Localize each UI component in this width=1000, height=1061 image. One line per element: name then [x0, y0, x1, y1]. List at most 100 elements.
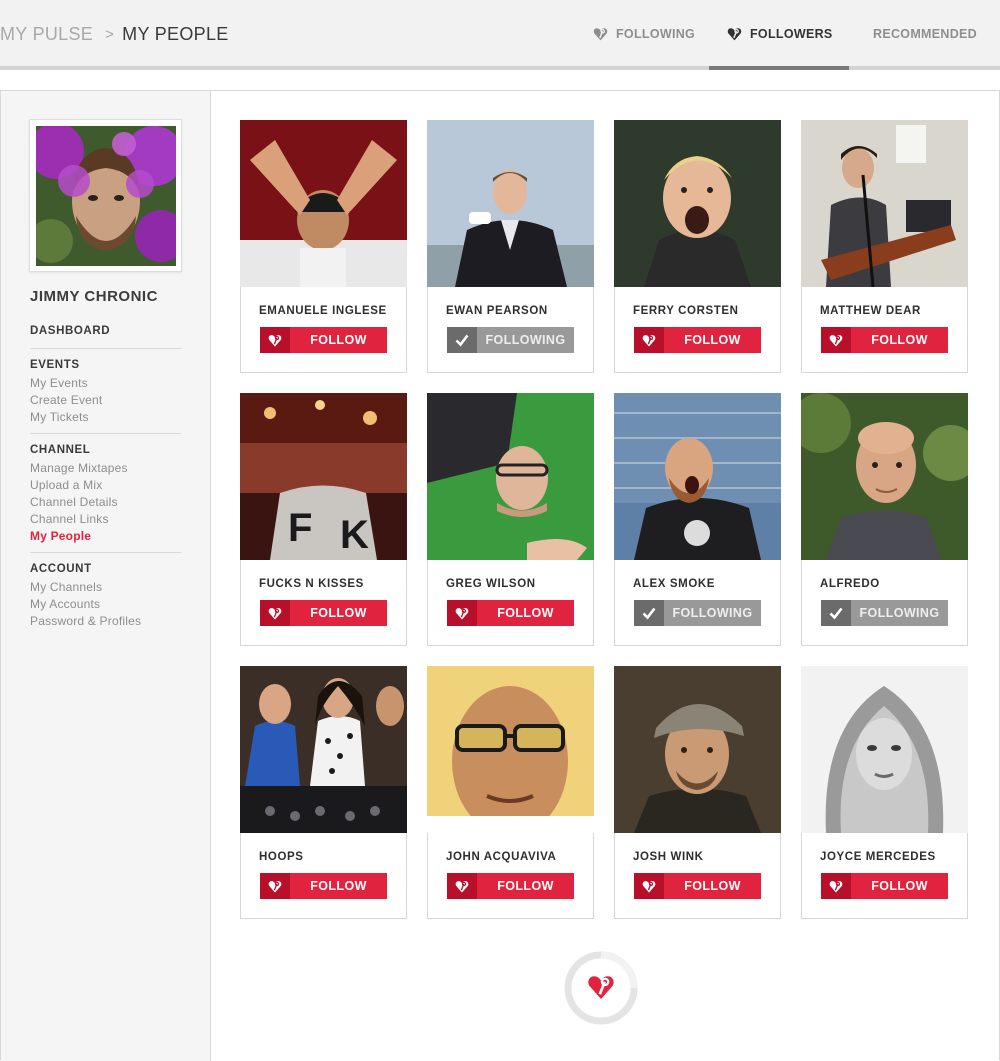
- person-photo[interactable]: [614, 393, 781, 560]
- photo-greg-wilson: [427, 393, 594, 560]
- person-card: JOSH WINK FOLLOW: [614, 666, 781, 919]
- follow-button-label: FOLLOW: [664, 873, 761, 899]
- person-photo[interactable]: F K: [240, 393, 407, 560]
- profile-photo: [36, 126, 176, 266]
- person-card: FERRY CORSTEN FOLLOW: [614, 120, 781, 373]
- heart-pin-icon: [634, 327, 664, 353]
- sidebar-item-channel-details[interactable]: Channel Details: [30, 495, 118, 509]
- top-navigation-bar: MY PULSE > MY PEOPLE FOLLOWING FOLLOWERS…: [0, 0, 1000, 70]
- follow-button[interactable]: FOLLOW: [821, 873, 948, 899]
- sidebar-item-create-event[interactable]: Create Event: [30, 393, 102, 407]
- sidebar-item-manage-mixtapes[interactable]: Manage Mixtapes: [30, 461, 128, 475]
- sidebar-item-my-tickets[interactable]: My Tickets: [30, 410, 89, 424]
- person-card: EMANUELE INGLESE FOLLOW: [240, 120, 407, 373]
- spinner-ring: [564, 951, 638, 1025]
- sidebar-heading-events[interactable]: EVENTS: [30, 359, 80, 371]
- person-photo[interactable]: [614, 666, 781, 833]
- heart-pin-icon: [821, 327, 851, 353]
- avatar[interactable]: [29, 119, 182, 272]
- person-name: ALEX SMOKE: [633, 578, 716, 590]
- sidebar-heading-account[interactable]: ACCOUNT: [30, 563, 92, 575]
- following-button[interactable]: FOLLOWING: [447, 327, 574, 353]
- follow-button-label: FOLLOW: [851, 873, 948, 899]
- heart-pin-icon: [447, 600, 477, 626]
- person-name: FERRY CORSTEN: [633, 305, 739, 317]
- svg-text:F: F: [288, 506, 312, 550]
- follow-button[interactable]: FOLLOW: [260, 600, 387, 626]
- person-name: JOHN ACQUAVIVA: [446, 851, 557, 863]
- person-photo[interactable]: [240, 666, 407, 833]
- heart-pin-icon: [821, 873, 851, 899]
- sidebar-item-my-accounts[interactable]: My Accounts: [30, 597, 100, 611]
- follow-button[interactable]: FOLLOW: [447, 873, 574, 899]
- photo-john-acquaviva: [427, 666, 594, 833]
- sidebar-item-password-profiles[interactable]: Password & Profiles: [30, 614, 141, 628]
- person-photo[interactable]: [240, 120, 407, 287]
- person-card: ALFREDO FOLLOWING: [801, 393, 968, 646]
- follow-button[interactable]: FOLLOW: [447, 600, 574, 626]
- checkmark-icon: [447, 327, 477, 353]
- photo-fucks-n-kisses: F K: [240, 393, 407, 560]
- following-button[interactable]: FOLLOWING: [634, 600, 761, 626]
- person-card: GREG WILSON FOLLOW: [427, 393, 594, 646]
- content-frame: JIMMY CHRONIC DASHBOARD EVENTS My Events…: [0, 90, 1000, 1061]
- breadcrumb: MY PULSE > MY PEOPLE: [0, 23, 229, 45]
- header-divider: [0, 66, 1000, 70]
- sidebar-item-upload-a-mix[interactable]: Upload a Mix: [30, 478, 102, 492]
- person-card: F K FUCKS N KISSES FOLLOW: [240, 393, 407, 646]
- person-photo[interactable]: [427, 666, 594, 833]
- person-name: HOOPS: [259, 851, 304, 863]
- tab-following-label: FOLLOWING: [616, 27, 696, 41]
- sidebar-divider: [30, 433, 181, 434]
- loading-spinner: [563, 950, 639, 1026]
- sidebar-item-my-people[interactable]: My People: [30, 529, 91, 543]
- tab-recommended[interactable]: RECOMMENDED: [873, 24, 977, 44]
- heart-pin-icon: [634, 873, 664, 899]
- following-button[interactable]: FOLLOWING: [821, 600, 948, 626]
- checkmark-icon: [634, 600, 664, 626]
- follow-button[interactable]: FOLLOW: [260, 873, 387, 899]
- person-name: MATTHEW DEAR: [820, 305, 921, 317]
- follow-button[interactable]: FOLLOW: [634, 327, 761, 353]
- person-card: JOHN ACQUAVIVA FOLLOW: [427, 666, 594, 919]
- photo-josh-wink: [614, 666, 781, 833]
- person-name: EWAN PEARSON: [446, 305, 548, 317]
- sidebar-item-dashboard[interactable]: DASHBOARD: [30, 325, 110, 337]
- tab-followers-label: FOLLOWERS: [750, 27, 833, 41]
- tab-following[interactable]: FOLLOWING: [592, 24, 695, 44]
- follow-button[interactable]: FOLLOW: [821, 327, 948, 353]
- person-card: EWAN PEARSON FOLLOWING: [427, 120, 594, 373]
- person-photo[interactable]: [614, 120, 781, 287]
- photo-ferry-corsten: [614, 120, 781, 287]
- sidebar: JIMMY CHRONIC DASHBOARD EVENTS My Events…: [1, 91, 211, 1061]
- sidebar-item-my-events[interactable]: My Events: [30, 376, 88, 390]
- sidebar-heading-channel[interactable]: CHANNEL: [30, 444, 90, 456]
- sidebar-item-my-channels[interactable]: My Channels: [30, 580, 102, 594]
- follow-button[interactable]: FOLLOW: [260, 327, 387, 353]
- sidebar-item-channel-links[interactable]: Channel Links: [30, 512, 109, 526]
- following-button-label: FOLLOWING: [664, 600, 761, 626]
- person-photo[interactable]: [801, 393, 968, 560]
- follow-button-label: FOLLOW: [290, 873, 387, 899]
- follow-button[interactable]: FOLLOW: [634, 873, 761, 899]
- person-photo[interactable]: [427, 393, 594, 560]
- person-card: JOYCE MERCEDES FOLLOW: [801, 666, 968, 919]
- heart-pin-icon: [260, 327, 290, 353]
- person-name: ALFREDO: [820, 578, 880, 590]
- follow-button-label: FOLLOW: [290, 327, 387, 353]
- sidebar-divider: [30, 348, 181, 349]
- person-name: JOSH WINK: [633, 851, 704, 863]
- photo-emanuele-inglese: [240, 120, 407, 287]
- person-photo[interactable]: [801, 666, 968, 833]
- tab-followers[interactable]: FOLLOWERS: [726, 24, 833, 44]
- follow-button-label: FOLLOW: [290, 600, 387, 626]
- person-card: HOOPS FOLLOW: [240, 666, 407, 919]
- breadcrumb-my-pulse[interactable]: MY PULSE: [0, 24, 93, 45]
- tab-recommended-label: RECOMMENDED: [873, 27, 977, 41]
- person-photo[interactable]: [427, 120, 594, 287]
- svg-text:K: K: [340, 513, 369, 557]
- person-name: EMANUELE INGLESE: [259, 305, 387, 317]
- follow-button-label: FOLLOW: [477, 600, 574, 626]
- breadcrumb-my-people: MY PEOPLE: [122, 23, 229, 44]
- person-photo[interactable]: [801, 120, 968, 287]
